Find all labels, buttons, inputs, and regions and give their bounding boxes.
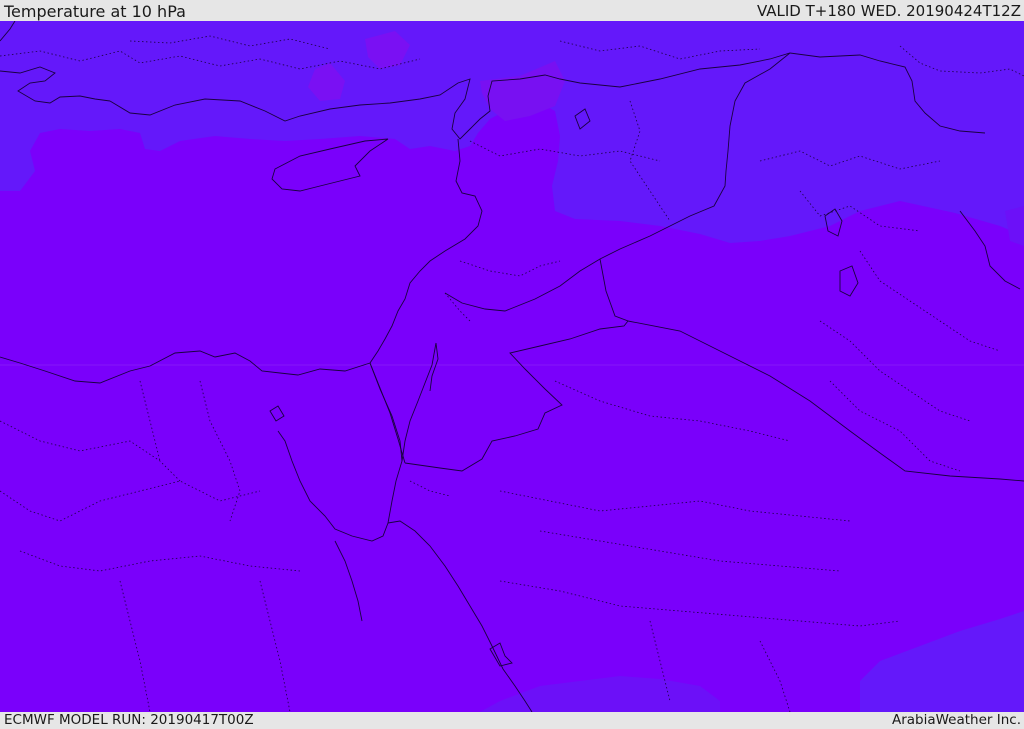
temperature-map	[0, 21, 1024, 712]
credit-label: ArabiaWeather Inc.	[891, 712, 1021, 728]
header-bar: Temperature at 10 hPa VALID T+180 WED. 2…	[0, 0, 1024, 21]
footer-bar: ECMWF MODEL RUN: 20190417T00Z ArabiaWeat…	[0, 712, 1024, 729]
map-title: Temperature at 10 hPa	[4, 2, 186, 21]
valid-time: VALID T+180 WED. 20190424T12Z	[756, 2, 1021, 20]
model-run-label: ECMWF MODEL RUN: 20190417T00Z	[4, 712, 254, 728]
